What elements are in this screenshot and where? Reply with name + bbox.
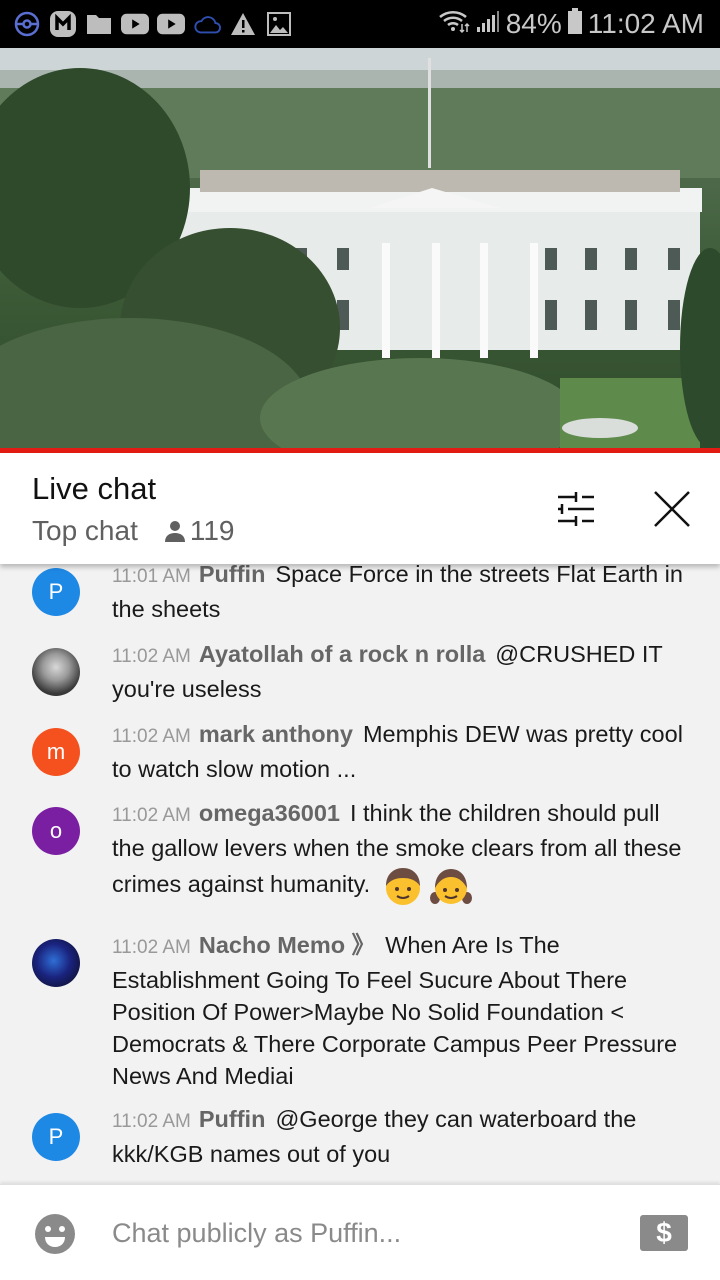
notification-icons: [0, 0, 293, 48]
avatar[interactable]: P: [32, 568, 80, 616]
message-author[interactable]: omega36001: [199, 800, 340, 826]
avatar[interactable]: m: [32, 728, 80, 776]
message-time: 11:02 AM: [112, 1111, 191, 1132]
battery-icon: [567, 7, 582, 41]
avatar[interactable]: o: [32, 807, 80, 855]
message-text: Memphis DEW was pretty cool to watch slo…: [112, 721, 683, 782]
avatar[interactable]: P: [32, 1113, 80, 1161]
message-time: 11:01 AM: [112, 566, 191, 587]
message-time: 11:02 AM: [112, 805, 191, 826]
message-author[interactable]: Nacho Memo 》: [199, 932, 375, 958]
battery-percent: 84%: [505, 8, 562, 39]
dollar-icon: $: [656, 1217, 672, 1248]
avatar[interactable]: [32, 648, 80, 696]
message-time: 11:02 AM: [112, 937, 191, 958]
super-chat-button[interactable]: $: [640, 1215, 688, 1251]
emoji-picker-button[interactable]: [34, 1213, 76, 1255]
avatar[interactable]: [32, 939, 80, 987]
message-author[interactable]: Puffin: [199, 564, 266, 587]
video-frame-white-house: [0, 48, 720, 450]
clock: 11:02 AM: [587, 8, 704, 39]
video-player[interactable]: [0, 48, 720, 450]
message-text: When Are Is The Establishment Going To F…: [112, 932, 678, 1089]
m-app-icon: [49, 10, 77, 38]
warning-icon: [229, 10, 257, 38]
close-icon: [654, 491, 690, 527]
avatar-letter: o: [49, 818, 63, 843]
message-author[interactable]: Ayatollah of a rock n rolla: [199, 641, 485, 667]
message-time: 11:02 AM: [112, 726, 191, 747]
message-text: Space Force in the streets Flat Earth in…: [112, 564, 683, 622]
avatar-letter: P: [48, 579, 64, 604]
smiley-icon: [35, 1214, 75, 1254]
sliders-icon: [558, 492, 594, 526]
chat-message-input[interactable]: [112, 1211, 612, 1255]
message-author[interactable]: mark anthony: [199, 721, 353, 747]
cloud-icon: [193, 10, 221, 38]
girl-emoji-icon: [429, 869, 472, 904]
chat-title: Live chat: [32, 471, 157, 506]
message-time: 11:02 AM: [112, 646, 191, 667]
wifi-icon: [438, 8, 470, 41]
status-bar: 84% 11:02 AM: [0, 0, 720, 48]
avatar-letter: m: [46, 739, 66, 764]
folder-icon: [85, 10, 113, 38]
viewer-count-value: 119: [189, 515, 235, 546]
chat-header: Live chat Top chat 119: [0, 453, 720, 564]
viewer-count: 119: [164, 515, 235, 547]
system-status: 84% 11:02 AM: [438, 0, 704, 48]
boy-emoji-icon: [385, 868, 420, 905]
youtube-icon: [121, 10, 149, 38]
youtube-icon: [157, 10, 185, 38]
chat-input-bar: $: [0, 1184, 720, 1280]
image-icon: [265, 10, 293, 38]
chat-mode-label: Top chat: [32, 515, 138, 546]
chat-message-list[interactable]: P 11:01 AM Puffin Space Force in the stree…: [0, 564, 720, 1184]
avatar-letter: P: [48, 1124, 64, 1149]
signal-icon: [476, 8, 500, 40]
filter-settings-button[interactable]: [552, 485, 600, 533]
chat-mode-selector[interactable]: Top chat 119: [32, 515, 235, 547]
message-author[interactable]: Puffin: [199, 1106, 266, 1132]
person-icon: [164, 521, 185, 542]
pokeball-icon: [13, 10, 41, 38]
close-chat-button[interactable]: [648, 485, 696, 533]
